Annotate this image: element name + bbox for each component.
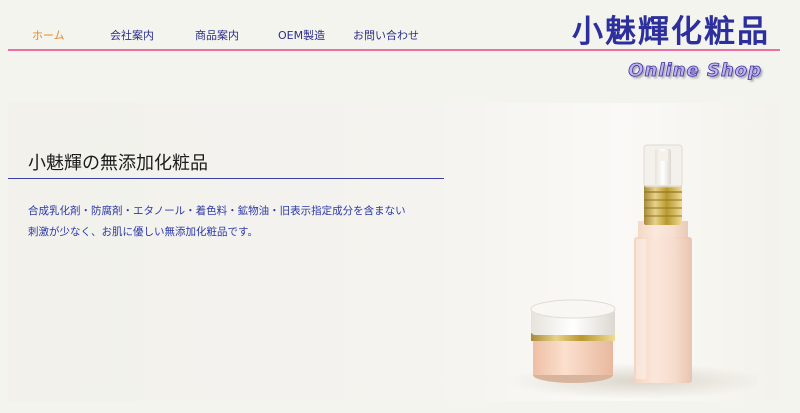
nav-company[interactable]: 会社案内 xyxy=(110,27,154,43)
hero-title-underline xyxy=(8,178,444,179)
nav-contact[interactable]: お問い合わせ xyxy=(353,27,419,43)
nav-home[interactable]: ホーム xyxy=(32,27,65,43)
nav-products[interactable]: 商品案内 xyxy=(195,27,239,43)
hero-description: 合成乳化剤・防腐剤・エタノール・着色料・鉱物油・旧表示指定成分を含まない 刺激が… xyxy=(28,201,468,243)
hero-banner: 小魅輝の無添加化粧品 合成乳化剤・防腐剤・エタノール・着色料・鉱物油・旧表示指定… xyxy=(8,103,780,401)
hero-description-line-2: 刺激が少なく、お肌に優しい無添加化粧品です。 xyxy=(28,226,258,238)
online-shop-logo[interactable]: Online Shop xyxy=(628,60,762,82)
hero-description-line-1: 合成乳化剤・防腐剤・エタノール・着色料・鉱物油・旧表示指定成分を含まない xyxy=(28,205,406,217)
site-logo[interactable]: 小魅輝化粧品 xyxy=(572,6,770,51)
cosmetics-product-image xyxy=(508,144,758,399)
nav-oem[interactable]: OEM製造 xyxy=(278,27,325,43)
hero-title: 小魅輝の無添加化粧品 xyxy=(28,153,208,174)
